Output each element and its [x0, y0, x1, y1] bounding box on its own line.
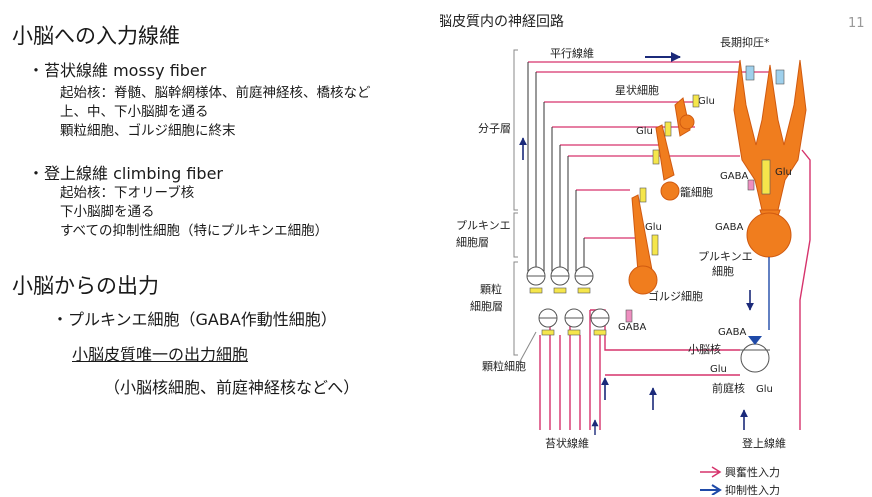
legend: 興奮性入力 抑制性入力: [700, 465, 780, 495]
granule-axons: [527, 62, 585, 278]
climbing-origin-line: 起始核：下オリーブ核: [60, 185, 195, 201]
glu-basket: Glu: [636, 126, 653, 137]
granule-cells-row-2: [538, 308, 610, 336]
label-parallel-fiber: 平行線維: [550, 46, 594, 60]
label-granular-layer-2: 細胞層: [470, 300, 503, 313]
input-fibers-heading: 小脳への入力線維: [12, 24, 180, 48]
mossy-terminal-line: 顆粒細胞、ゴルジ細胞に終末: [60, 123, 236, 139]
glu-golgi: Glu: [645, 222, 662, 233]
label-basket-cell: 籠細胞: [680, 185, 713, 199]
glu-vestibular: Glu: [756, 384, 773, 395]
label-molecular-layer: 分子層: [478, 122, 511, 135]
gaba-basket-purkinje: GABA: [720, 171, 748, 182]
label-cerebellar-nucleus: 小脳核: [688, 342, 721, 356]
gaba-golgi: GABA: [618, 322, 646, 333]
cerebellar-circuit-diagram: 小脳皮質内の神経回路 分子層 プルキンエ 細胞層 顆粒 細胞層 平行線維: [440, 14, 811, 495]
gaba-golgi-purkinje: GABA: [715, 222, 743, 233]
glu-nucleus: Glu: [710, 364, 727, 375]
mossy-origin-line: 起始核：脊髄、脳幹網様体、前庭神経核、橋核など: [60, 85, 371, 101]
glu-purkinje: Glu: [775, 167, 792, 178]
label-vestibular-nucleus: 前庭核: [712, 381, 745, 395]
mossy-path-line: 上、中、下小脳脚を通る: [60, 104, 209, 120]
label-purkinje-cell-2: 細胞: [712, 265, 734, 278]
label-long-term-depression: 長期抑圧*: [720, 35, 770, 49]
label-mossy-fiber: 苔状線維: [545, 436, 589, 450]
climbing-fiber-bullet: ・登上線維 climbing fiber: [28, 164, 224, 183]
label-climbing-fiber: 登上線維: [742, 436, 786, 450]
gaba-nucleus: GABA: [718, 327, 746, 338]
label-purkinje-cell-1: プルキンエ: [698, 250, 753, 263]
inhibitory-legend-icon: [700, 484, 722, 495]
label-purkinje-layer-1: プルキンエ: [456, 219, 511, 232]
excitatory-legend-icon: [700, 466, 722, 478]
climbing-path-line: 下小脳脚を通る: [60, 204, 155, 220]
label-purkinje-layer-2: 細胞層: [456, 236, 489, 249]
legend-inhibitory: 抑制性入力: [725, 483, 780, 495]
cerebellar-nucleus: [740, 336, 770, 373]
stellate-cell: [674, 97, 695, 137]
granule-cells-row-1: [526, 266, 594, 294]
diagram-title: 小脳皮質内の神経回路: [440, 14, 564, 30]
label-granular-layer-1: 顆粒: [480, 282, 502, 296]
glu-stellate: Glu: [698, 96, 715, 107]
purkinje-cell: [733, 59, 807, 258]
legend-excitatory: 興奮性入力: [725, 465, 780, 479]
output-heading: 小脳からの出力: [12, 274, 159, 298]
mossy-fiber-bullet: ・苔状線維 mossy fiber: [28, 61, 207, 80]
climbing-terminal-line: すべての抑制性細胞（特にプルキンエ細胞）: [60, 223, 329, 239]
label-granule-cell: 顆粒細胞: [482, 359, 526, 373]
label-stellate-cell: 星状細胞: [615, 83, 659, 97]
layer-brackets: [513, 49, 518, 356]
granule-pointer: [517, 331, 537, 366]
label-golgi-cell: ゴルジ細胞: [648, 289, 703, 303]
climbing-fiber: [799, 149, 811, 430]
output-targets-text: （小脳核細胞、前庭神経核などへ）: [104, 378, 360, 397]
purkinje-bullet: ・プルキンエ細胞（GABA作動性細胞）: [52, 310, 337, 329]
only-output-text: 小脳皮質唯一の出力細胞: [72, 345, 249, 364]
